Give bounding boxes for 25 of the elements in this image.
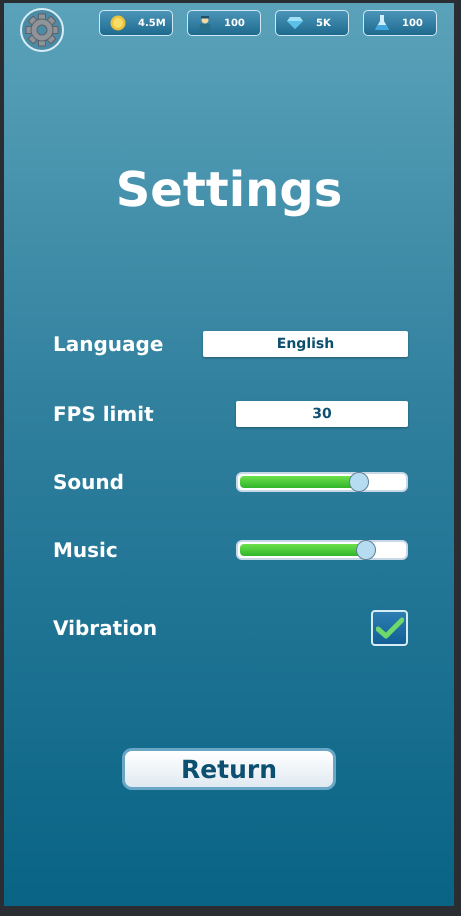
setting-label: Sound — [53, 470, 124, 494]
resource-counter[interactable]: 4.5M — [99, 10, 173, 36]
settings-button[interactable] — [20, 8, 64, 52]
return-button[interactable]: Return — [122, 748, 336, 790]
slider-thumb[interactable] — [348, 472, 369, 492]
gear-icon — [25, 13, 59, 47]
checkmark-icon — [376, 617, 404, 639]
flask-icon — [374, 14, 390, 32]
volume-slider[interactable] — [236, 540, 408, 560]
gem-icon — [286, 16, 304, 30]
volume-slider[interactable] — [236, 472, 408, 492]
coin-icon — [110, 15, 126, 31]
worker-icon — [198, 15, 212, 31]
dropdown-field[interactable]: English — [203, 331, 408, 357]
checkbox[interactable] — [371, 610, 408, 646]
resource-counter[interactable]: 100 — [363, 10, 437, 36]
resource-counter[interactable]: 100 — [187, 10, 261, 36]
setting-label: FPS limit — [53, 402, 154, 426]
setting-label: Language — [53, 332, 164, 356]
screen-title: Settings — [114, 161, 344, 220]
dropdown-field[interactable]: 30 — [236, 401, 408, 427]
setting-label: Music — [53, 538, 118, 562]
resource-counter[interactable]: 5K — [275, 10, 349, 36]
slider-thumb[interactable] — [356, 540, 376, 560]
setting-label: Vibration — [53, 616, 158, 640]
